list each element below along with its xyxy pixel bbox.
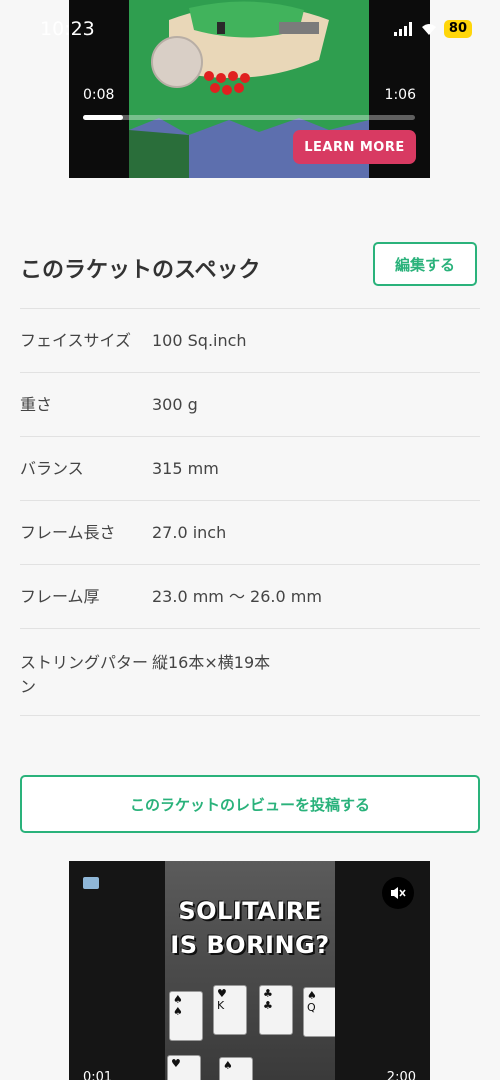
ad-headline-line1: SOLITAIRE (178, 897, 322, 925)
spec-value: 縦16本×横19本 (152, 653, 271, 672)
solitaire-ad-scene: SOLITAIRE IS BORING? ♠ ♠ ♥ K ♣ ♣ ♠ Q ♥ ♠ (165, 861, 335, 1080)
spec-label: バランス (20, 458, 84, 478)
spec-value: 23.0 mm 〜 26.0 mm (152, 586, 322, 606)
ad-headline-line2: IS BORING? (170, 931, 330, 959)
mute-button[interactable] (382, 877, 414, 909)
closed-caption-icon[interactable] (83, 877, 99, 889)
playing-card: ♥ (167, 1055, 201, 1080)
playing-card: ♠ (219, 1057, 253, 1080)
ad-progress-bar[interactable] (83, 115, 415, 120)
ad-elapsed-time: 0:01 (83, 1070, 113, 1080)
status-time: 10:23 (40, 18, 95, 40)
playing-card: ♠ ♠ (169, 991, 203, 1041)
ad-duration: 1:06 (384, 87, 416, 103)
spec-label: フレーム厚 (20, 586, 100, 606)
edit-button[interactable]: 編集する (373, 242, 477, 286)
wifi-icon (421, 24, 436, 35)
spec-label: フェイスサイズ (20, 330, 132, 350)
spec-row-face-size: フェイスサイズ 100 Sq.inch (20, 309, 480, 373)
spec-label: ストリングパターン (20, 653, 149, 696)
spec-section-title: このラケットのスペック (20, 258, 261, 283)
spec-value: 27.0 inch (152, 522, 227, 542)
spec-row-string-pattern: ストリングパターン 縦16本×横19本 (20, 629, 480, 716)
top-ad-video[interactable]: 0:08 1:06 LEARN MORE (69, 0, 430, 178)
spec-row-weight: 重さ 300 g (20, 373, 480, 437)
bottom-ad-video[interactable]: SOLITAIRE IS BORING? ♠ ♠ ♥ K ♣ ♣ ♠ Q ♥ ♠ 0:0… (69, 861, 430, 1080)
status-indicators: 80 (393, 20, 472, 38)
mute-icon (391, 887, 406, 899)
spec-value: 315 mm (152, 458, 219, 478)
spec-label: 重さ (20, 394, 53, 414)
playing-card: ♣ ♣ (259, 985, 293, 1035)
signal-icon (393, 22, 412, 36)
spec-label: フレーム長さ (20, 522, 116, 542)
spec-row-frame-length: フレーム長さ 27.0 inch (20, 501, 480, 565)
playing-card: ♠ Q (303, 987, 335, 1037)
spec-row-frame-thickness: フレーム厚 23.0 mm 〜 26.0 mm (20, 565, 480, 629)
ad-duration: 2:00 (386, 1070, 416, 1080)
battery-icon: 80 (443, 20, 472, 38)
ad-elapsed-time: 0:08 (83, 87, 115, 103)
ad-progress-fill (83, 115, 123, 120)
post-review-button[interactable]: このラケットのレビューを投稿する (20, 775, 480, 833)
spec-row-balance: バランス 315 mm (20, 437, 480, 501)
playing-card: ♥ K (213, 985, 247, 1035)
learn-more-button[interactable]: LEARN MORE (293, 130, 416, 164)
spec-value: 300 g (152, 394, 198, 414)
spec-table: フェイスサイズ 100 Sq.inch 重さ 300 g バランス 315 mm… (20, 308, 480, 716)
spec-value: 100 Sq.inch (152, 330, 247, 350)
